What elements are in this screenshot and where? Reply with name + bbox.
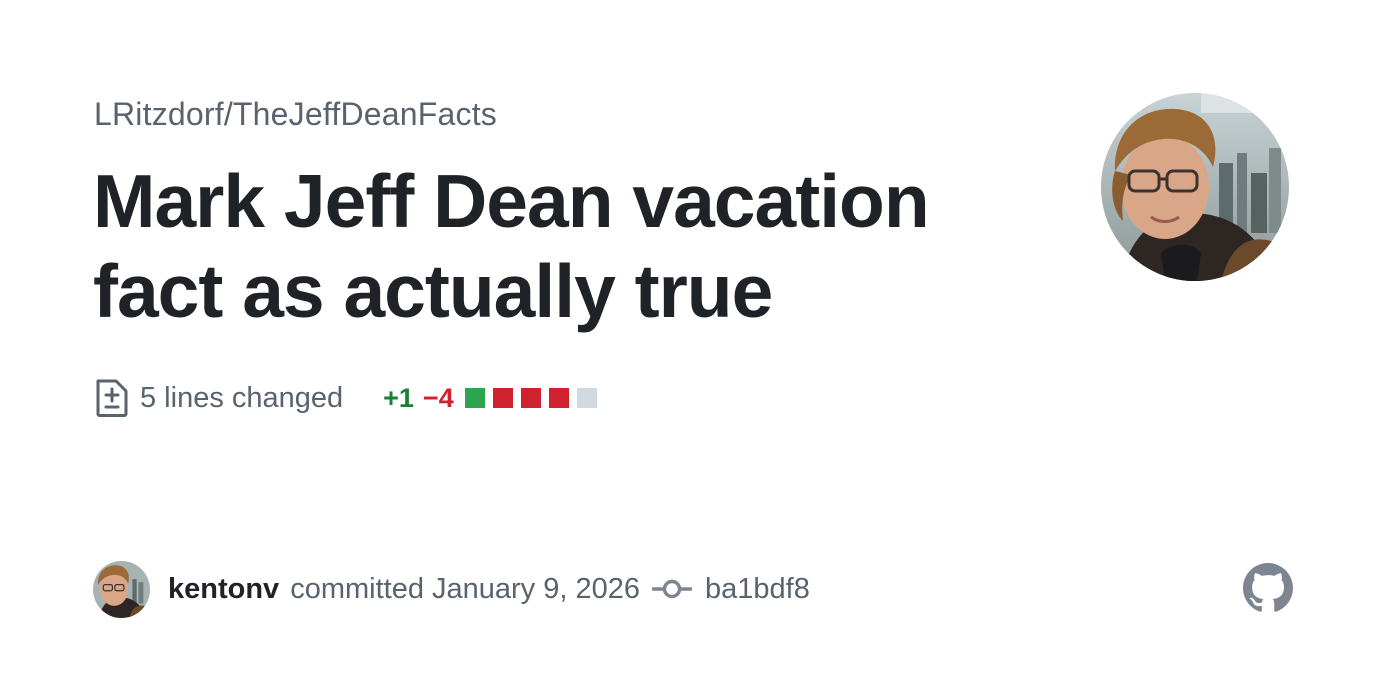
deletions-count: −4 <box>422 382 454 413</box>
commit-title: Mark Jeff Dean vacation fact as actually… <box>93 159 930 333</box>
diffstat-block-addition <box>464 388 485 408</box>
additions-count: +1 <box>383 382 414 413</box>
diffstat-block-neutral <box>576 388 597 408</box>
diffstat-block-deletion <box>492 388 513 408</box>
commit-date: committed January 9, 2026 <box>290 572 640 605</box>
diffstat-block-deletion <box>520 388 541 408</box>
diffstat-bar <box>464 388 605 408</box>
commit-footer: kentonv committed January 9, 2026 ba1bdf… <box>93 560 810 618</box>
git-commit-icon <box>652 579 692 599</box>
author-name[interactable]: kentonv <box>168 573 279 606</box>
author-avatar-image <box>93 560 150 618</box>
owner-avatar-image <box>1101 93 1289 281</box>
commit-sha[interactable]: ba1bdf8 <box>705 573 810 606</box>
author-avatar[interactable] <box>93 560 150 618</box>
lines-changed-count: 5 lines changed <box>140 381 344 414</box>
diffstat-block-deletion <box>548 388 569 408</box>
file-diff-icon <box>96 379 128 417</box>
diff-stats: 5 lines changed +1 −4 <box>94 376 605 420</box>
github-mark-icon[interactable] <box>1243 563 1293 613</box>
owner-avatar[interactable] <box>1101 93 1289 281</box>
repo-name[interactable]: LRitzdorf/TheJeffDeanFacts <box>94 94 497 134</box>
